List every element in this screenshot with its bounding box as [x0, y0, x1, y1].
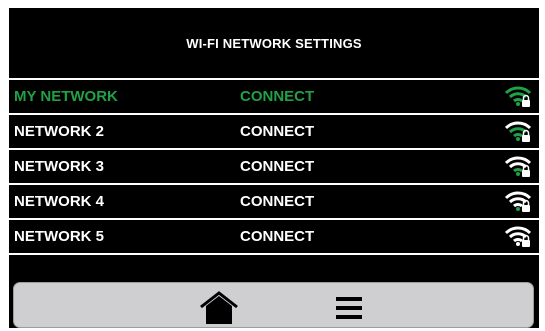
page-title: WI-FI NETWORK SETTINGS [186, 35, 362, 51]
wifi-locked-icon [505, 121, 531, 143]
network-name: NETWORK 4 [14, 193, 104, 210]
connect-button[interactable]: CONNECT [240, 228, 314, 245]
hamburger-menu-icon [336, 297, 362, 319]
home-icon [200, 291, 238, 324]
wifi-settings-screen: WI-FI NETWORK SETTINGS MY NETWORK CONNEC… [9, 8, 539, 328]
connect-button[interactable]: CONNECT [240, 158, 314, 175]
network-list: MY NETWORK CONNECT NETWORK 2 CONNECT NET… [9, 78, 539, 255]
network-name: NETWORK 2 [14, 123, 104, 140]
wifi-locked-icon [505, 156, 531, 178]
network-row-my-network[interactable]: MY NETWORK CONNECT [9, 78, 539, 113]
connect-button[interactable]: CONNECT [240, 123, 314, 140]
network-name: NETWORK 3 [14, 158, 104, 175]
connect-button[interactable]: CONNECT [240, 88, 314, 105]
network-row-network-4[interactable]: NETWORK 4 CONNECT [9, 183, 539, 218]
network-name: MY NETWORK [14, 88, 118, 105]
network-name: NETWORK 5 [14, 228, 104, 245]
menu-button[interactable] [331, 294, 367, 322]
wifi-locked-icon [505, 86, 531, 108]
network-row-network-5[interactable]: NETWORK 5 CONNECT [9, 218, 539, 255]
connect-button[interactable]: CONNECT [240, 193, 314, 210]
network-row-network-2[interactable]: NETWORK 2 CONNECT [9, 113, 539, 148]
wifi-locked-icon [505, 226, 531, 248]
bottom-toolbar [13, 282, 534, 328]
network-row-network-3[interactable]: NETWORK 3 CONNECT [9, 148, 539, 183]
home-button[interactable] [199, 291, 239, 325]
wifi-locked-icon [505, 191, 531, 213]
